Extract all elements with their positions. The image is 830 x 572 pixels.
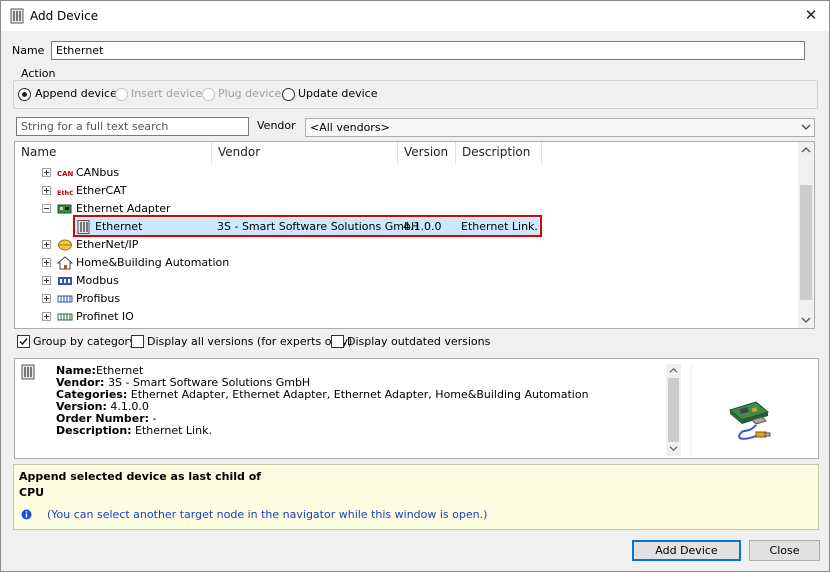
search-input[interactable]: String for a full text search — [16, 117, 249, 136]
column-header-vendor[interactable]: Vendor — [212, 142, 398, 164]
info-scrollbar[interactable] — [666, 364, 681, 456]
modbus-icon — [58, 277, 72, 285]
update-device-radio[interactable] — [282, 88, 295, 101]
highlight-frame — [73, 215, 542, 237]
display-outdated-label: Display outdated versions — [347, 335, 491, 348]
expand-icon[interactable] — [42, 168, 51, 177]
window-title: Add Device — [30, 9, 99, 23]
vendor-selected-value: <All vendors> — [310, 121, 390, 134]
tree-item-modbus[interactable]: Modbus — [15, 272, 799, 290]
add-device-button[interactable]: Add Device — [632, 540, 741, 561]
display-outdated-checkbox[interactable] — [331, 335, 344, 348]
column-header-name[interactable]: Name — [15, 142, 212, 164]
tree-scrollbar[interactable] — [798, 142, 814, 328]
chevron-down-icon[interactable] — [801, 316, 811, 324]
vendor-select[interactable]: <All vendors> — [305, 118, 815, 137]
tree-item-label: Ethernet Adapter — [76, 202, 171, 215]
insert-device-label: Insert device — [131, 87, 203, 100]
canbus-icon: CAN — [57, 170, 73, 178]
action-groupbox: Append device Insert device Plug device … — [13, 80, 818, 109]
name-input[interactable]: Ethernet — [51, 41, 805, 60]
expand-icon[interactable] — [42, 312, 51, 321]
name-label: Name — [12, 44, 45, 57]
tree-item-label: Profibus — [76, 292, 121, 305]
display-all-versions-label: Display all versions (for experts only) — [147, 335, 353, 348]
tree-item-ethercat[interactable]: EthCAT EtherCAT — [15, 182, 799, 200]
tree-item-label: Home&Building Automation — [76, 256, 230, 269]
tree-item-label: Modbus — [76, 274, 119, 287]
hint-target: CPU — [19, 486, 45, 499]
insert-device-radio — [115, 88, 128, 101]
append-device-label: Append device — [35, 87, 117, 100]
chevron-up-icon[interactable] — [801, 146, 811, 154]
close-icon[interactable]: ✕ — [793, 1, 829, 30]
expand-icon[interactable] — [42, 276, 51, 285]
expand-icon[interactable] — [42, 258, 51, 267]
tree-item-ethernetip[interactable]: EtherNet/IP — [15, 236, 799, 254]
hint-note: (You can select another target node in t… — [47, 508, 488, 521]
tree-item-label: Profinet IO — [76, 310, 134, 323]
add-device-dialog: Add Device ✕ Name Ethernet Action Append… — [0, 0, 830, 572]
expand-icon[interactable] — [42, 240, 51, 249]
info-description: Description: Ethernet Link. — [56, 424, 212, 437]
plug-device-label: Plug device — [218, 87, 282, 100]
home-icon — [57, 256, 73, 270]
close-button[interactable]: Close — [749, 540, 820, 561]
info-icon — [21, 509, 32, 520]
tree-item-label: CANbus — [76, 166, 120, 179]
column-header-description[interactable]: Description — [456, 142, 542, 164]
profinet-icon — [57, 313, 73, 321]
device-icon — [10, 8, 24, 24]
chevron-down-icon[interactable] — [669, 445, 678, 452]
svg-text:CAN: CAN — [57, 170, 73, 178]
device-icon — [21, 364, 35, 380]
append-device-radio[interactable] — [18, 88, 31, 101]
ethernet-adapter-icon — [57, 204, 72, 214]
update-device-label: Update device — [298, 87, 378, 100]
expand-icon[interactable] — [42, 186, 51, 195]
profibus-icon — [57, 295, 73, 303]
title-bar: Add Device ✕ — [1, 1, 829, 31]
tree-item-profibus[interactable]: Profibus — [15, 290, 799, 308]
svg-text:EthCAT: EthCAT — [57, 189, 73, 197]
scrollbar-thumb[interactable] — [668, 378, 679, 442]
check-icon — [19, 338, 28, 346]
ethernetip-icon — [58, 239, 72, 251]
expand-icon[interactable] — [42, 294, 51, 303]
display-all-versions-checkbox[interactable] — [131, 335, 144, 348]
chevron-up-icon[interactable] — [669, 367, 678, 374]
tree-item-label: EtherCAT — [76, 184, 127, 197]
ethernet-card-icon — [728, 401, 771, 440]
device-image-panel — [691, 364, 803, 456]
group-by-category-label: Group by category — [33, 335, 136, 348]
plug-device-radio — [202, 88, 215, 101]
hint-title: Append selected device as last child of — [19, 470, 262, 483]
ethercat-icon: EthCAT — [57, 189, 73, 197]
group-by-category-checkbox[interactable] — [17, 335, 30, 348]
tree-item-label: EtherNet/IP — [76, 238, 139, 251]
hint-panel: Append selected device as last child of … — [13, 464, 819, 530]
action-label: Action — [21, 67, 56, 80]
tree-item-canbus[interactable]: CAN CANbus — [15, 164, 799, 182]
vendor-label: Vendor — [257, 119, 296, 132]
device-info-panel: Name:Ethernet Vendor: 3S - Smart Softwar… — [14, 358, 819, 459]
tree-item-profinet[interactable]: Profinet IO — [15, 308, 799, 326]
tree-item-home-building[interactable]: Home&Building Automation — [15, 254, 799, 272]
device-tree[interactable]: Name Vendor Version Description CAN CANb… — [14, 141, 815, 329]
chevron-down-icon — [801, 124, 811, 130]
collapse-icon[interactable] — [42, 204, 51, 213]
scrollbar-thumb[interactable] — [800, 185, 812, 300]
column-header-version[interactable]: Version — [398, 142, 456, 164]
